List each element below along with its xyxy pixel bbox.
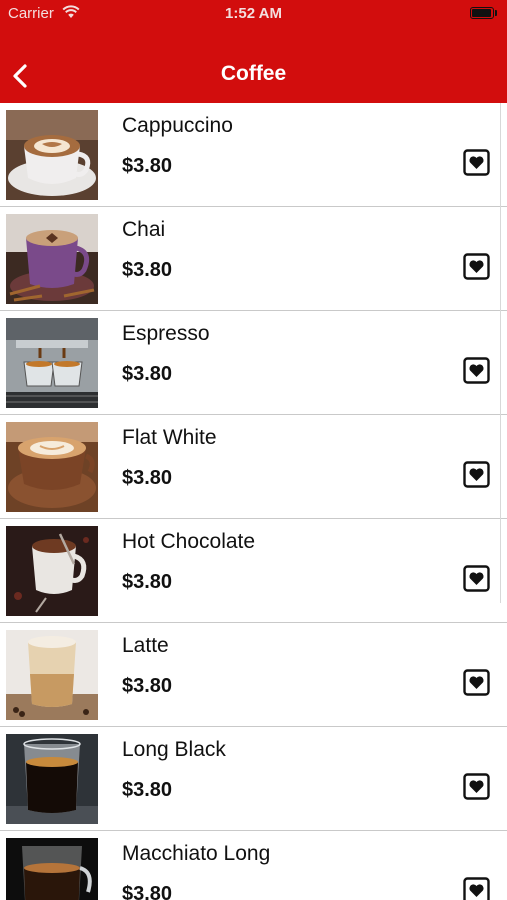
heart-icon bbox=[463, 565, 490, 592]
battery-icon bbox=[470, 7, 498, 19]
item-name: Cappuccino bbox=[122, 114, 233, 137]
item-name: Hot Chocolate bbox=[122, 530, 256, 553]
chai-photo bbox=[6, 214, 98, 304]
item-name: Latte bbox=[122, 634, 169, 657]
heart-icon bbox=[463, 669, 490, 696]
heart-icon bbox=[463, 877, 490, 900]
list-item[interactable]: Hot Chocolate $3.80 bbox=[0, 519, 507, 623]
status-bar: Carrier 1:52 AM bbox=[0, 0, 507, 28]
list-item[interactable]: Cappuccino $3.80 bbox=[0, 103, 507, 207]
item-price: $3.80 bbox=[122, 675, 173, 697]
favorite-button[interactable] bbox=[463, 669, 490, 696]
heart-icon bbox=[463, 253, 490, 280]
long-black-photo bbox=[6, 734, 98, 824]
item-name: Flat White bbox=[122, 426, 217, 449]
favorite-button[interactable] bbox=[463, 357, 490, 384]
heart-icon bbox=[463, 461, 490, 488]
list-item[interactable]: Espresso $3.80 bbox=[0, 311, 507, 415]
favorite-button[interactable] bbox=[463, 149, 490, 176]
item-price: $3.80 bbox=[122, 467, 173, 489]
item-price: $3.80 bbox=[122, 155, 173, 177]
item-price: $3.80 bbox=[122, 363, 173, 385]
item-price: $3.80 bbox=[122, 779, 173, 801]
favorite-button[interactable] bbox=[463, 565, 490, 592]
favorite-button[interactable] bbox=[463, 877, 490, 900]
heart-icon bbox=[463, 357, 490, 384]
espresso-photo bbox=[6, 318, 98, 408]
macchiato-long-photo bbox=[6, 838, 98, 900]
flat-white-photo bbox=[6, 422, 98, 512]
list-item[interactable]: Chai $3.80 bbox=[0, 207, 507, 311]
favorite-button[interactable] bbox=[463, 773, 490, 800]
status-time: 1:52 AM bbox=[225, 5, 282, 22]
list-item[interactable]: Flat White $3.80 bbox=[0, 415, 507, 519]
item-name: Macchiato Long bbox=[122, 842, 271, 865]
latte-photo bbox=[6, 630, 98, 720]
heart-icon bbox=[463, 149, 490, 176]
scroll-indicator[interactable] bbox=[500, 103, 501, 603]
item-name: Espresso bbox=[122, 322, 210, 345]
favorite-button[interactable] bbox=[463, 461, 490, 488]
favorite-button[interactable] bbox=[463, 253, 490, 280]
item-price: $3.80 bbox=[122, 883, 173, 900]
hot-chocolate-photo bbox=[6, 526, 98, 616]
item-name: Long Black bbox=[122, 738, 226, 761]
item-price: $3.80 bbox=[122, 571, 173, 593]
item-name: Chai bbox=[122, 218, 166, 241]
heart-icon bbox=[463, 773, 490, 800]
list-item[interactable]: Latte $3.80 bbox=[0, 623, 507, 727]
product-list[interactable]: Cappuccino $3.80 Chai $3.80 Espresso $3.… bbox=[0, 103, 507, 900]
cappuccino-photo bbox=[6, 110, 98, 200]
nav-bar: Coffee bbox=[0, 44, 507, 103]
list-item[interactable]: Macchiato Long $3.80 bbox=[0, 831, 507, 900]
page-title: Coffee bbox=[220, 62, 287, 85]
app-header: Carrier 1:52 AM Coffee bbox=[0, 0, 507, 103]
item-price: $3.80 bbox=[122, 259, 173, 281]
list-item[interactable]: Long Black $3.80 bbox=[0, 727, 507, 831]
